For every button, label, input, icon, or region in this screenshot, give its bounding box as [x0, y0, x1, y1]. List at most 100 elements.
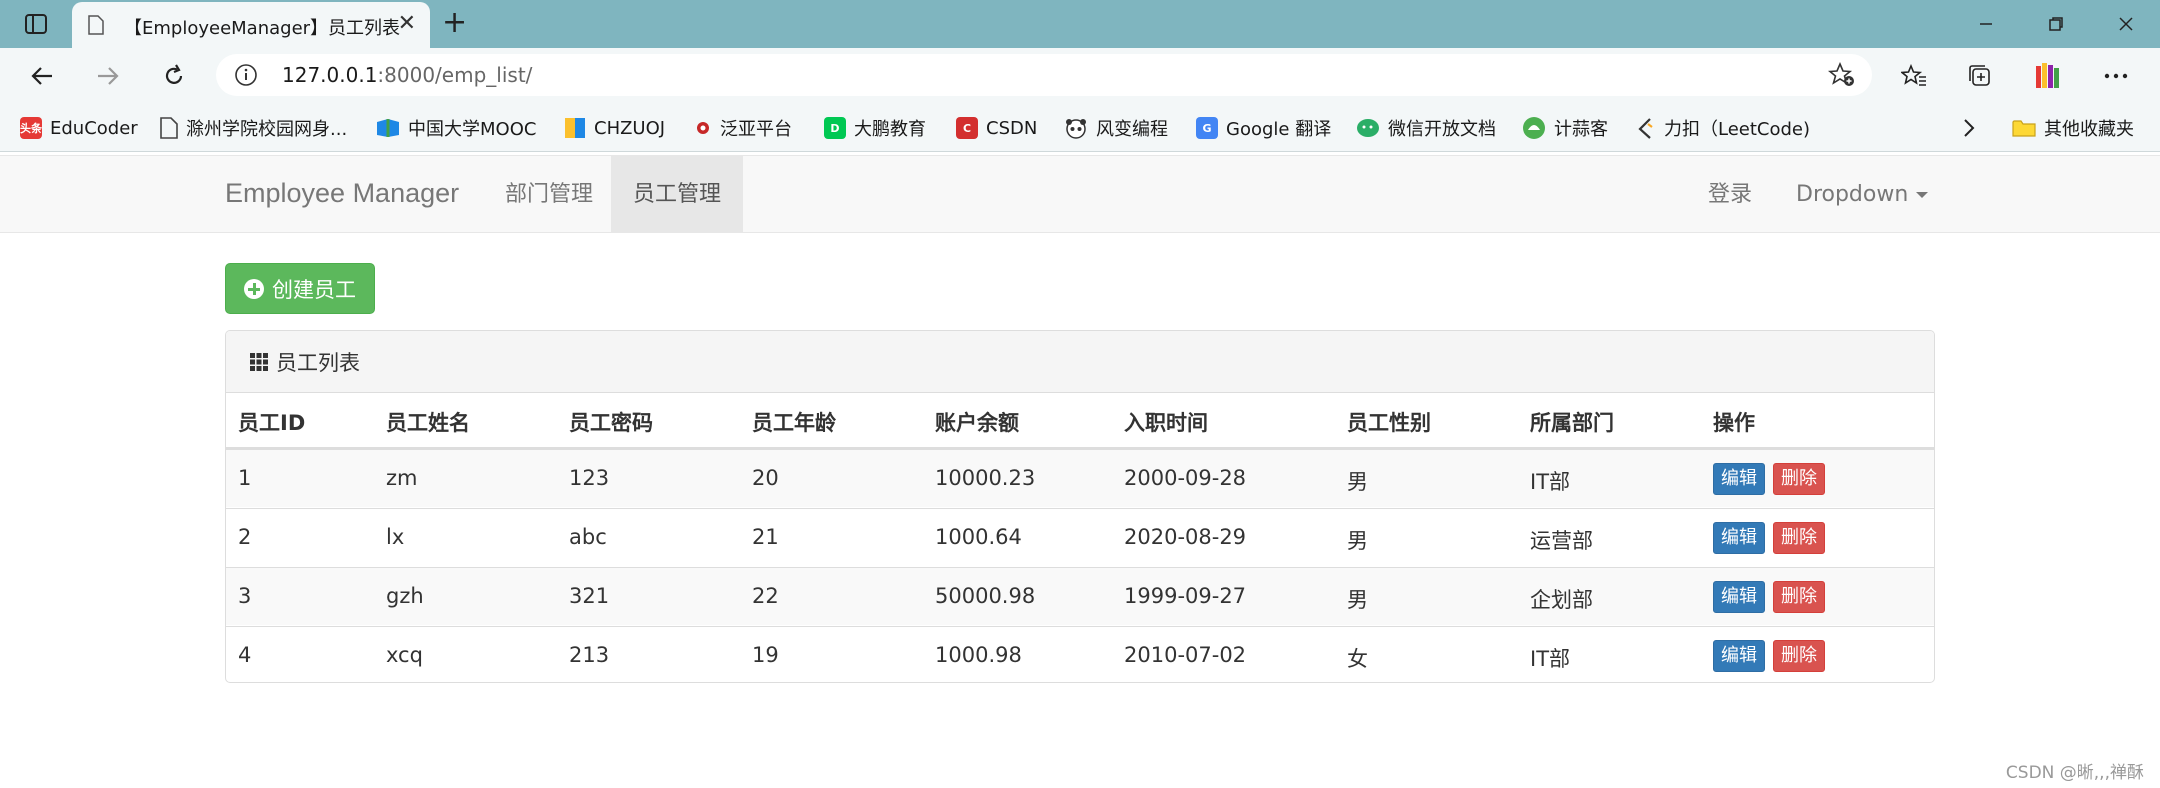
- delete-button[interactable]: 删除: [1773, 640, 1825, 672]
- nav-link-login[interactable]: 登录: [1686, 156, 1774, 233]
- plus-circle-icon: [244, 278, 264, 299]
- bookmark-dapeng[interactable]: D 大鹏教育: [824, 114, 926, 142]
- bookmark-icourse[interactable]: 中国大学MOOC: [376, 114, 536, 142]
- column-header: 操作: [1713, 411, 1755, 435]
- create-employee-label: 创建员工: [272, 277, 356, 302]
- info-icon[interactable]: [234, 63, 258, 87]
- bookmark-leetcode[interactable]: 力扣（LeetCode): [1636, 114, 1810, 142]
- cell-age: 22: [752, 584, 779, 608]
- watermark: CSDN @晰,,,禅酥: [2005, 763, 2144, 783]
- mooc-icon: [377, 119, 399, 137]
- bookmark-chzu-network[interactable]: 滁州学院校园网身...: [160, 114, 347, 142]
- delete-button[interactable]: 删除: [1773, 463, 1825, 495]
- avatar-icon: [2036, 63, 2059, 88]
- cell-id: 1: [238, 466, 252, 490]
- bookmark-label: EduCoder: [50, 117, 138, 139]
- column-header: 员工年龄: [752, 411, 836, 435]
- bookmark-label: 风变编程: [1096, 119, 1168, 140]
- tab-close-icon[interactable]: ✕: [398, 13, 416, 35]
- cell-hire-date: 2010-07-02: [1124, 643, 1247, 667]
- more-icon: [2104, 73, 2128, 79]
- create-employee-button[interactable]: 创建员工: [225, 263, 375, 314]
- more-menu-button[interactable]: [2096, 58, 2136, 94]
- close-icon: [2119, 17, 2133, 31]
- back-button[interactable]: [22, 58, 62, 94]
- favorites-button[interactable]: [1894, 58, 1934, 94]
- csdn-icon: C: [956, 117, 978, 139]
- collections-button[interactable]: [1960, 58, 2000, 94]
- bookmark-jisuanke[interactable]: 计蒜客: [1522, 114, 1608, 142]
- cell-hire-date: 1999-09-27: [1124, 584, 1247, 608]
- delete-button[interactable]: 删除: [1773, 522, 1825, 554]
- forward-button[interactable]: [88, 58, 128, 94]
- edit-button[interactable]: 编辑: [1713, 581, 1765, 613]
- cell-hire-date: 2000-09-28: [1124, 466, 1247, 490]
- navbar-brand[interactable]: Employee Manager: [225, 178, 459, 209]
- bookmark-label: 微信开放文档: [1388, 119, 1496, 140]
- panda-icon: [1066, 119, 1086, 139]
- edit-button[interactable]: 编辑: [1713, 640, 1765, 672]
- cell-id: 4: [238, 643, 252, 667]
- column-header: 员工姓名: [386, 411, 470, 435]
- close-window-button[interactable]: [2106, 8, 2146, 40]
- bookmark-csdn[interactable]: C CSDN: [956, 114, 1037, 142]
- cell-name: zm: [386, 466, 418, 490]
- dapeng-icon: D: [824, 117, 846, 139]
- dropdown-label: Dropdown: [1796, 182, 1909, 207]
- nav-link-employees[interactable]: 员工管理: [611, 156, 744, 233]
- bookmark-educoder[interactable]: 头条 EduCoder: [20, 114, 138, 142]
- folder-icon: [2012, 120, 2036, 137]
- browser-tab-active[interactable]: 【EmployeeManager】员工列表 ✕: [72, 2, 430, 48]
- bookmarks-overflow-button[interactable]: [1962, 114, 1976, 142]
- cell-balance: 10000.23: [935, 466, 1036, 490]
- new-tab-button[interactable]: +: [442, 8, 467, 38]
- table-row: 2 lx abc 21 1000.64 2020-08-29 男 运营部 编辑 …: [226, 508, 1934, 566]
- edit-button[interactable]: 编辑: [1713, 522, 1765, 554]
- cell-gender: 男: [1347, 470, 1368, 494]
- address-bar[interactable]: 127.0.0.1:8000/emp_list/: [216, 54, 1872, 96]
- cell-id: 2: [238, 525, 252, 549]
- bookmark-wechat-docs[interactable]: 微信开放文档: [1356, 114, 1496, 142]
- cell-department: 运营部: [1530, 529, 1593, 553]
- bookmark-pandabiancheng[interactable]: 风变编程: [1064, 114, 1168, 142]
- add-favorite-icon[interactable]: [1828, 62, 1856, 88]
- leetcode-icon: [1638, 118, 1653, 139]
- arrow-right-icon: [98, 67, 119, 85]
- cell-password: 123: [569, 466, 610, 490]
- refresh-button[interactable]: [154, 58, 194, 94]
- restore-button[interactable]: [2036, 8, 2076, 40]
- toutiao-icon: 头条: [20, 117, 42, 139]
- table-row: 1 zm 123 20 10000.23 2000-09-28 男 IT部 编辑…: [226, 449, 1934, 507]
- caret-down-icon: [1916, 192, 1929, 198]
- column-header: 员工ID: [238, 411, 306, 435]
- column-header: 员工性别: [1347, 411, 1431, 435]
- bookmark-fanya[interactable]: 泛亚平台: [694, 114, 792, 142]
- column-header: 员工密码: [569, 411, 653, 435]
- cell-password: abc: [569, 525, 607, 549]
- bookmark-google-translate[interactable]: G Google 翻译: [1196, 114, 1331, 142]
- column-header: 账户余额: [935, 411, 1019, 435]
- cell-age: 19: [752, 643, 779, 667]
- cell-balance: 1000.98: [935, 643, 1022, 667]
- minimize-button[interactable]: [1966, 8, 2006, 40]
- url-host: 127.0.0.1: [282, 63, 378, 87]
- url-text[interactable]: 127.0.0.1:8000/emp_list/: [282, 63, 532, 87]
- cell-gender: 男: [1347, 529, 1368, 553]
- tab-actions-button[interactable]: [18, 9, 54, 39]
- delete-button[interactable]: 删除: [1773, 581, 1825, 613]
- bookmark-label: 泛亚平台: [720, 119, 792, 140]
- other-bookmarks-folder[interactable]: 其他收藏夹: [2012, 114, 2134, 142]
- table-row: 3 gzh 321 22 50000.98 1999-09-27 男 企划部 编…: [226, 567, 1934, 625]
- profile-button[interactable]: [2028, 58, 2068, 94]
- edit-button[interactable]: 编辑: [1713, 463, 1765, 495]
- bookmark-label: 计蒜客: [1554, 119, 1608, 140]
- nav-dropdown[interactable]: Dropdown: [1774, 156, 1950, 233]
- cell-balance: 1000.64: [935, 525, 1022, 549]
- bookmark-chzuoj[interactable]: CHZUOJ: [564, 114, 665, 142]
- tab-title: 【EmployeeManager】员工列表: [124, 18, 401, 39]
- employee-list-panel: 员工列表 员工ID 员工姓名 员工密码 员工年龄 账户余额 入职时间 员工性别 …: [225, 330, 1935, 683]
- cell-password: 213: [569, 643, 610, 667]
- wechat-icon: [1357, 119, 1379, 137]
- sidebar-toggle-icon: [25, 14, 47, 34]
- nav-link-departments[interactable]: 部门管理: [483, 156, 615, 233]
